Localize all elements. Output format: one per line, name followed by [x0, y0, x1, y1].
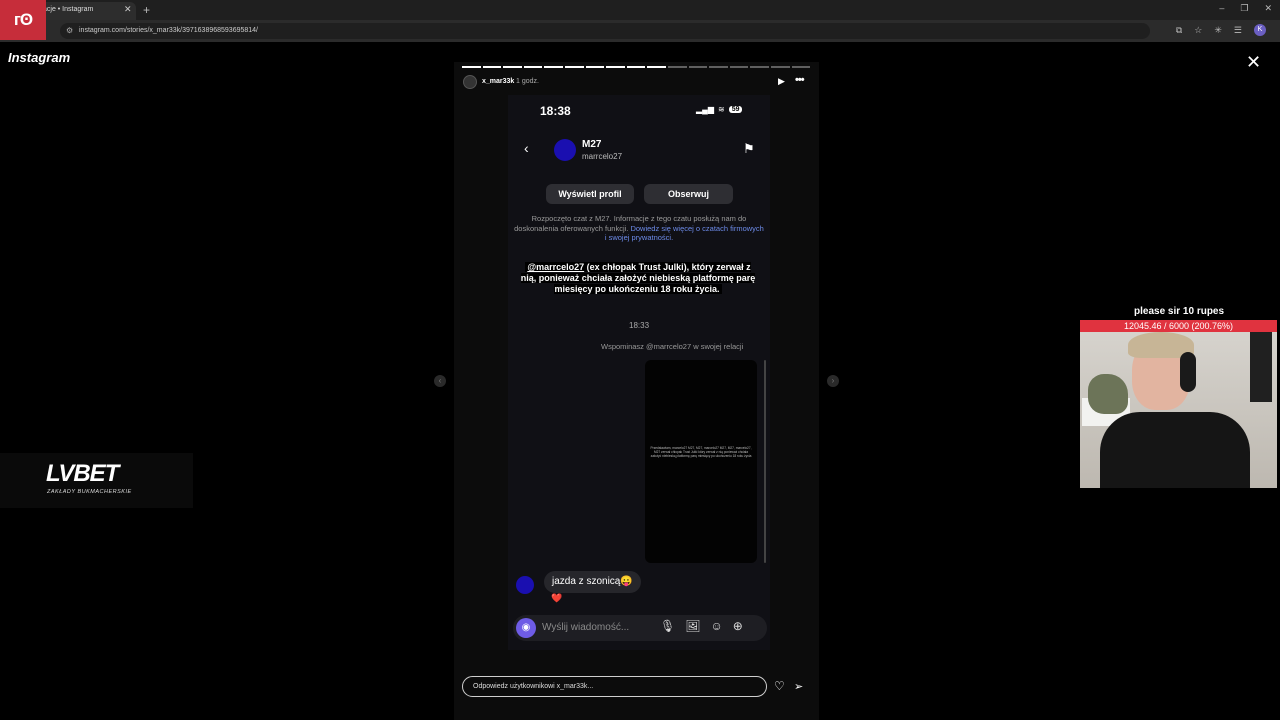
webcam-plant [1088, 374, 1128, 414]
story-time: 1 godz. [516, 78, 539, 85]
close-story-icon[interactable]: ✕ [1246, 52, 1261, 73]
window-controls: – ❐ ✕ [1219, 3, 1272, 14]
extensions-icon[interactable]: ✳ [1214, 25, 1222, 36]
stream-logo: ᴦʘ [0, 0, 46, 40]
composer-icons: 🎙 🖼 ☺ ⊕ [660, 619, 743, 633]
tab-close-icon[interactable]: ✕ [124, 4, 132, 15]
phone-clock: 18:38 [540, 104, 571, 118]
shared-story-indicator [764, 360, 766, 563]
maximize-button[interactable]: ❐ [1240, 3, 1248, 14]
site-info-icon[interactable]: ⚙ [66, 26, 73, 35]
chat-info-link: Dowiedz się więcej o czatach firmowych i… [604, 223, 764, 243]
phone-status-icons: ▂▄▆ ≋ 59 [696, 105, 743, 114]
browser-tab[interactable]: acje • Instagram [34, 2, 136, 20]
flag-icon: ⚑ [743, 141, 755, 156]
microphone-icon: 🎙 [660, 619, 676, 633]
add-icon: ⊕ [732, 619, 743, 633]
progress-segment [585, 66, 605, 68]
progress-segment [523, 66, 543, 68]
progress-segment [606, 66, 625, 68]
progress-segment [791, 66, 811, 68]
webcam-microphone [1250, 332, 1272, 402]
story-user-avatar[interactable] [463, 75, 477, 89]
chat-name: M27 [582, 139, 602, 150]
battery-icon: 59 [728, 106, 743, 113]
new-tab-button[interactable]: + [143, 3, 150, 17]
gallery-icon: 🖼 [685, 619, 701, 633]
message-timestamp: 18:33 [629, 321, 650, 330]
progress-segment [544, 66, 563, 68]
story-caption: @marrcelo27 (ex chłopak Trust Julki), kt… [518, 262, 758, 295]
progress-segment [770, 66, 790, 68]
close-window-button[interactable]: ✕ [1264, 3, 1272, 14]
chat-handle: marrcelo27 [582, 152, 623, 161]
story-progress-bar [462, 66, 811, 68]
shared-story-text: Przedstawiam, marcelo27 M27, M27, marcel… [650, 446, 752, 458]
message-bubble: jazda z szonicą😛 [544, 571, 641, 593]
send-icon[interactable]: ➢ [794, 680, 803, 693]
progress-segment [564, 66, 584, 68]
chat-back-icon: ‹ [524, 140, 529, 156]
donation-goal-bar: 12045.46 / 6000 (200.76%) [1080, 320, 1277, 332]
more-options-icon[interactable]: ••• [795, 74, 805, 86]
story-username[interactable]: x_mar33k [482, 78, 514, 85]
composer-placeholder: Wyślij wiadomość... [542, 622, 630, 633]
progress-segment [462, 66, 481, 68]
tab-title: acje • Instagram [43, 6, 94, 13]
profile-avatar[interactable]: K [1254, 24, 1266, 36]
chat-info-text: Rozpoczęto czat z M27. Informacje z tego… [514, 214, 764, 243]
progress-segment [667, 66, 687, 68]
mention-notice: Wspominasz @marrcelo27 w swojej relacji [601, 342, 744, 351]
wifi-icon: ≋ [717, 105, 725, 114]
previous-story-button[interactable]: ‹ [434, 375, 446, 387]
signal-icon: ▂▄▆ [696, 105, 714, 114]
progress-segment [729, 66, 749, 68]
instagram-logo[interactable]: Instagram [8, 50, 70, 65]
camera-icon: ◉ [516, 618, 536, 638]
lvbet-subtitle: ZAKŁADY BUKMACHERSKIE [47, 489, 132, 495]
progress-segment [647, 66, 666, 68]
shared-story-preview [645, 360, 757, 563]
like-heart-icon[interactable]: ♡ [774, 679, 785, 693]
progress-segment [626, 66, 646, 68]
sender-avatar [516, 576, 534, 594]
webcam-feed [1080, 332, 1277, 488]
play-icon[interactable]: ▶ [778, 76, 785, 87]
chat-avatar [554, 139, 576, 161]
webcam-person-body [1100, 412, 1250, 488]
progress-segment [688, 66, 708, 68]
progress-segment [503, 66, 522, 68]
heart-reaction-icon: ❤️ [551, 593, 563, 603]
side-panel-icon[interactable]: ☰ [1234, 25, 1242, 36]
webcam-headset [1180, 352, 1196, 392]
bookmark-star-icon[interactable]: ☆ [1194, 25, 1202, 36]
story-reply-input[interactable]: Odpowiedz użytkownikowi x_mar33k... [462, 676, 767, 697]
cast-icon[interactable]: ⧉ [1176, 25, 1182, 36]
lvbet-logo: LVBET [46, 460, 119, 487]
donation-goal-title: please sir 10 rupes [1134, 306, 1225, 317]
progress-segment [709, 66, 728, 68]
caption-mention[interactable]: @marrcelo27 [527, 262, 584, 272]
address-input[interactable]: instagram.com/stories/x_mar33k/397163896… [60, 23, 1150, 39]
next-story-button[interactable]: › [827, 375, 839, 387]
browser-toolbar-icons: ⧉ ☆ ✳ ☰ K [1176, 24, 1266, 36]
progress-segment [482, 66, 502, 68]
view-profile-button: Wyświetl profil [546, 184, 634, 204]
sticker-icon: ☺ [710, 619, 723, 633]
minimize-button[interactable]: – [1219, 3, 1224, 14]
follow-button: Obserwuj [644, 184, 733, 204]
browser-tab-bar [0, 0, 1280, 20]
progress-segment [750, 66, 769, 68]
